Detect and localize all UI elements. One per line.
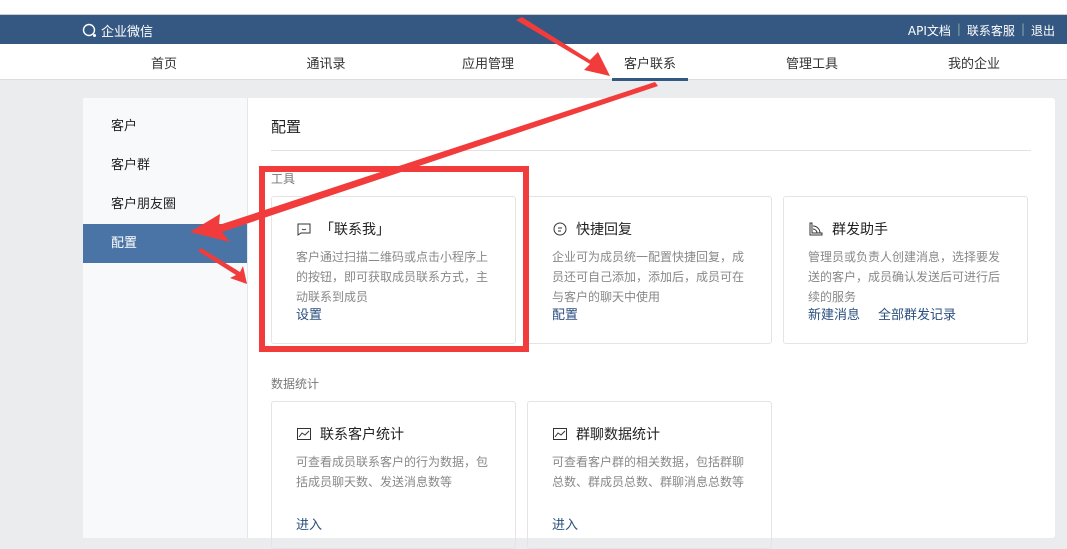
broadcast-icon <box>809 222 823 236</box>
contact-me-card: 「联系我」 客户通过扫描二维码或点击小程序上的按钮，即可获取成员联系方式，主动联… <box>271 196 516 344</box>
divider <box>271 150 1031 151</box>
all-broadcast-records-link[interactable]: 全部群发记录 <box>878 304 956 323</box>
card-title: 群发助手 <box>832 222 888 238</box>
page-title: 配置 <box>271 118 302 136</box>
configure-link[interactable]: 配置 <box>552 304 578 323</box>
top-strip <box>0 0 1067 15</box>
card-description: 客户通过扫描二维码或点击小程序上的按钮，即可获取成员联系方式，主动联系到成员 <box>296 250 489 304</box>
nav-management-tools[interactable]: 管理工具 <box>786 53 838 72</box>
quick-reply-icon <box>553 222 567 236</box>
enter-link[interactable]: 进入 <box>296 514 322 533</box>
settings-link[interactable]: 设置 <box>296 304 322 323</box>
card-description: 可查看客户群的相关数据，包括群聊总数、群成员总数、群聊消息总数等 <box>552 455 745 489</box>
divider: | <box>956 22 961 36</box>
tools-section-label: 工具 <box>271 172 296 186</box>
logout-link[interactable]: 退出 <box>1031 22 1055 39</box>
card-title: 快捷回复 <box>576 222 632 238</box>
divider: | <box>1020 22 1025 36</box>
customer-stats-card: 联系客户统计 可查看成员联系客户的行为数据，包括成员聊天数、发送消息数等 进入 <box>271 401 516 549</box>
sidebar-item-customers[interactable]: 客户 <box>83 107 247 146</box>
nav-home[interactable]: 首页 <box>151 53 177 72</box>
logo[interactable]: 企业微信 <box>82 21 153 40</box>
nav-contacts[interactable]: 通讯录 <box>306 53 345 72</box>
nav-my-enterprise[interactable]: 我的企业 <box>948 53 1000 72</box>
card-description: 可查看成员联系客户的行为数据，包括成员聊天数、发送消息数等 <box>296 455 489 489</box>
chart-icon <box>297 428 311 440</box>
api-docs-link[interactable]: API文档 <box>908 22 951 39</box>
logo-text: 企业微信 <box>101 25 154 40</box>
nav-customer-contact[interactable]: 客户联系 <box>611 53 689 81</box>
sidebar: 客户 客户群 客户朋友圈 配置 <box>83 98 248 538</box>
main-panel: 客户 客户群 客户朋友圈 配置 配置 工具 「联系我」 客户通过扫描二维码或点击… <box>83 98 1055 549</box>
wework-logo-icon <box>82 23 96 37</box>
contact-me-icon <box>297 223 311 236</box>
enter-link[interactable]: 进入 <box>552 514 578 533</box>
card-description: 企业可为成员统一配置快捷回复，成员还可自己添加，添加后，成员可在与客户的聊天中使… <box>552 250 745 304</box>
quick-reply-card: 快捷回复 企业可为成员统一配置快捷回复，成员还可自己添加，添加后，成员可在与客户… <box>527 196 772 344</box>
main-nav: 首页 通讯录 应用管理 客户联系 管理工具 我的企业 <box>0 44 1067 81</box>
sidebar-item-config[interactable]: 配置 <box>83 224 247 263</box>
sidebar-item-moments[interactable]: 客户朋友圈 <box>83 185 247 224</box>
group-stats-card: 群聊数据统计 可查看客户群的相关数据，包括群聊总数、群成员总数、群聊消息总数等 … <box>527 401 772 549</box>
chart-icon <box>553 428 567 440</box>
new-message-link[interactable]: 新建消息 <box>808 304 860 323</box>
card-title: 联系客户统计 <box>320 427 404 443</box>
nav-apps[interactable]: 应用管理 <box>462 53 514 72</box>
card-title: 「联系我」 <box>320 222 390 238</box>
stats-section-label: 数据统计 <box>271 377 320 391</box>
sidebar-item-customer-groups[interactable]: 客户群 <box>83 146 247 185</box>
header-bar: 企业微信 API文档 | 联系客服 | 退出 <box>0 15 1067 44</box>
card-description: 管理员或负责人创建消息，选择要发送的客户，成员确认发送后可进行后续的服务 <box>808 250 1001 304</box>
support-link[interactable]: 联系客服 <box>967 22 1015 39</box>
card-title: 群聊数据统计 <box>576 427 660 443</box>
broadcast-card: 群发助手 管理员或负责人创建消息，选择要发送的客户，成员确认发送后可进行后续的服… <box>783 196 1028 344</box>
